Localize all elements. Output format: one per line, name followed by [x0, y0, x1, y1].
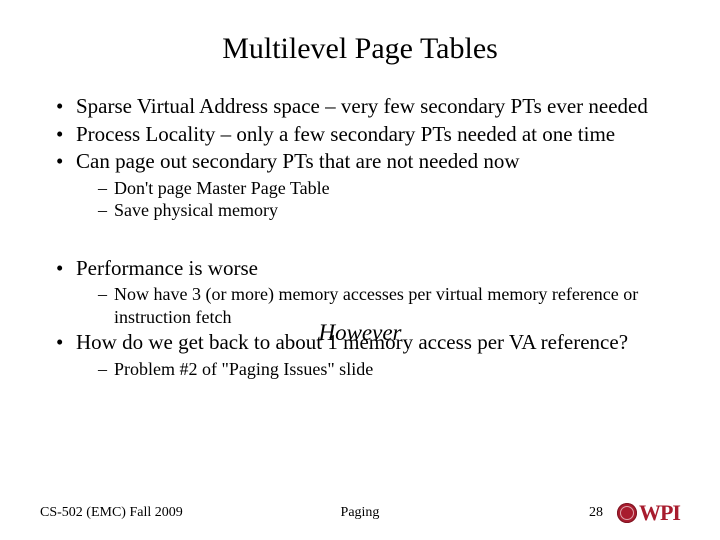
- sub-item: Don't page Master Page Table: [98, 177, 680, 200]
- bullet-text: Can page out secondary PTs that are not …: [76, 149, 519, 173]
- bullet-item: Performance is worse Now have 3 (or more…: [56, 256, 680, 329]
- sub-item: Problem #2 of "Paging Issues" slide: [98, 358, 680, 381]
- logo-text: WPI: [639, 500, 680, 526]
- footer-topic: Paging: [253, 505, 466, 521]
- footer-course: CS-502 (EMC) Fall 2009: [40, 505, 253, 521]
- bullet-item: Process Locality – only a few secondary …: [56, 122, 680, 148]
- bullet-list-2: Performance is worse Now have 3 (or more…: [40, 256, 680, 381]
- bullet-item: Can page out secondary PTs that are not …: [56, 149, 680, 222]
- sub-list: Now have 3 (or more) memory accesses per…: [76, 283, 680, 328]
- slide-title: Multilevel Page Tables: [40, 32, 680, 66]
- bullet-list-1: Sparse Virtual Address space – very few …: [40, 94, 680, 222]
- bullet-item: Sparse Virtual Address space – very few …: [56, 94, 680, 120]
- slide: Multilevel Page Tables Sparse Virtual Ad…: [0, 0, 720, 540]
- seal-icon: [617, 503, 637, 523]
- sub-item: Now have 3 (or more) memory accesses per…: [98, 283, 680, 328]
- bullet-text: How do we get back to about 1 memory acc…: [76, 330, 628, 354]
- wpi-logo: WPI: [617, 500, 680, 526]
- page-number: 28: [589, 505, 603, 521]
- footer: CS-502 (EMC) Fall 2009 Paging 28 WPI: [40, 500, 680, 526]
- sub-item: Save physical memory: [98, 199, 680, 222]
- bullet-item: How do we get back to about 1 memory acc…: [56, 330, 680, 380]
- sub-list: Problem #2 of "Paging Issues" slide: [76, 358, 680, 381]
- bullet-text: Performance is worse: [76, 256, 258, 280]
- sub-list: Don't page Master Page Table Save physic…: [76, 177, 680, 222]
